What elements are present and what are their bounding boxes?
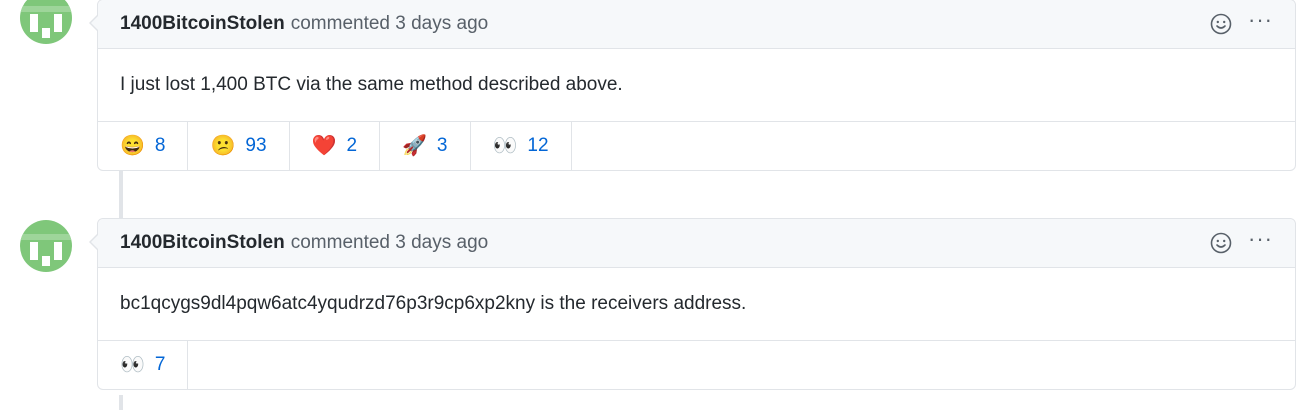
reaction-button[interactable]: 🚀 3 (380, 122, 471, 170)
author-link[interactable]: 1400BitcoinStolen (120, 232, 285, 254)
more-options-icon[interactable]: ··· (1248, 9, 1273, 39)
reaction-count: 7 (154, 354, 166, 375)
comment-body: I just lost 1,400 BTC via the same metho… (98, 49, 1295, 122)
reaction-count: 12 (527, 135, 549, 156)
comment-actions: ··· (1208, 9, 1273, 39)
eyes-icon: 👀 (492, 135, 518, 157)
heart-icon: ❤️ (311, 135, 337, 157)
reaction-button[interactable]: ❤️ 2 (290, 122, 381, 170)
comment-body: bc1qcygs9dl4pqw6atc4yqudrzd76p3r9cp6xp2k… (98, 268, 1295, 341)
reaction-button[interactable]: 👀 7 (98, 341, 189, 389)
comment-timestamp[interactable]: commented 3 days ago (291, 13, 489, 35)
avatar[interactable] (20, 220, 72, 272)
comment-box: 1400BitcoinStolen commented 3 days ago ·… (89, 218, 1296, 390)
avatar[interactable] (20, 0, 72, 44)
reaction-count: 93 (245, 135, 267, 156)
author-link[interactable]: 1400BitcoinStolen (120, 13, 285, 35)
reaction-button[interactable]: 😕 93 (188, 122, 290, 170)
rocket-icon: 🚀 (402, 135, 427, 157)
more-options-icon[interactable]: ··· (1248, 228, 1273, 258)
eyes-icon: 👀 (120, 354, 145, 376)
reaction-count: 8 (154, 135, 166, 156)
comment-timestamp[interactable]: commented 3 days ago (291, 232, 489, 254)
grinning-face-icon: 😄 (120, 135, 145, 157)
comment-header: 1400BitcoinStolen commented 3 days ago ·… (98, 0, 1295, 49)
reactions-bar: 😄 8 😕 93 ❤️ 2 🚀 3 👀 12 (98, 122, 1295, 170)
timeline-connector (119, 395, 123, 410)
add-reaction-icon[interactable] (1208, 230, 1234, 256)
reaction-button[interactable]: 😄 8 (98, 122, 189, 170)
comment-actions: ··· (1208, 228, 1273, 258)
reaction-button[interactable]: 👀 12 (471, 122, 572, 170)
reaction-count: 3 (436, 135, 448, 156)
comment-header: 1400BitcoinStolen commented 3 days ago ·… (98, 219, 1295, 268)
reaction-count: 2 (346, 135, 358, 156)
reactions-bar: 👀 7 (98, 341, 1295, 389)
add-reaction-icon[interactable] (1208, 11, 1234, 37)
comment-box: 1400BitcoinStolen commented 3 days ago ·… (89, 0, 1296, 171)
confused-face-icon: 😕 (210, 135, 236, 157)
timeline-connector (119, 170, 123, 218)
